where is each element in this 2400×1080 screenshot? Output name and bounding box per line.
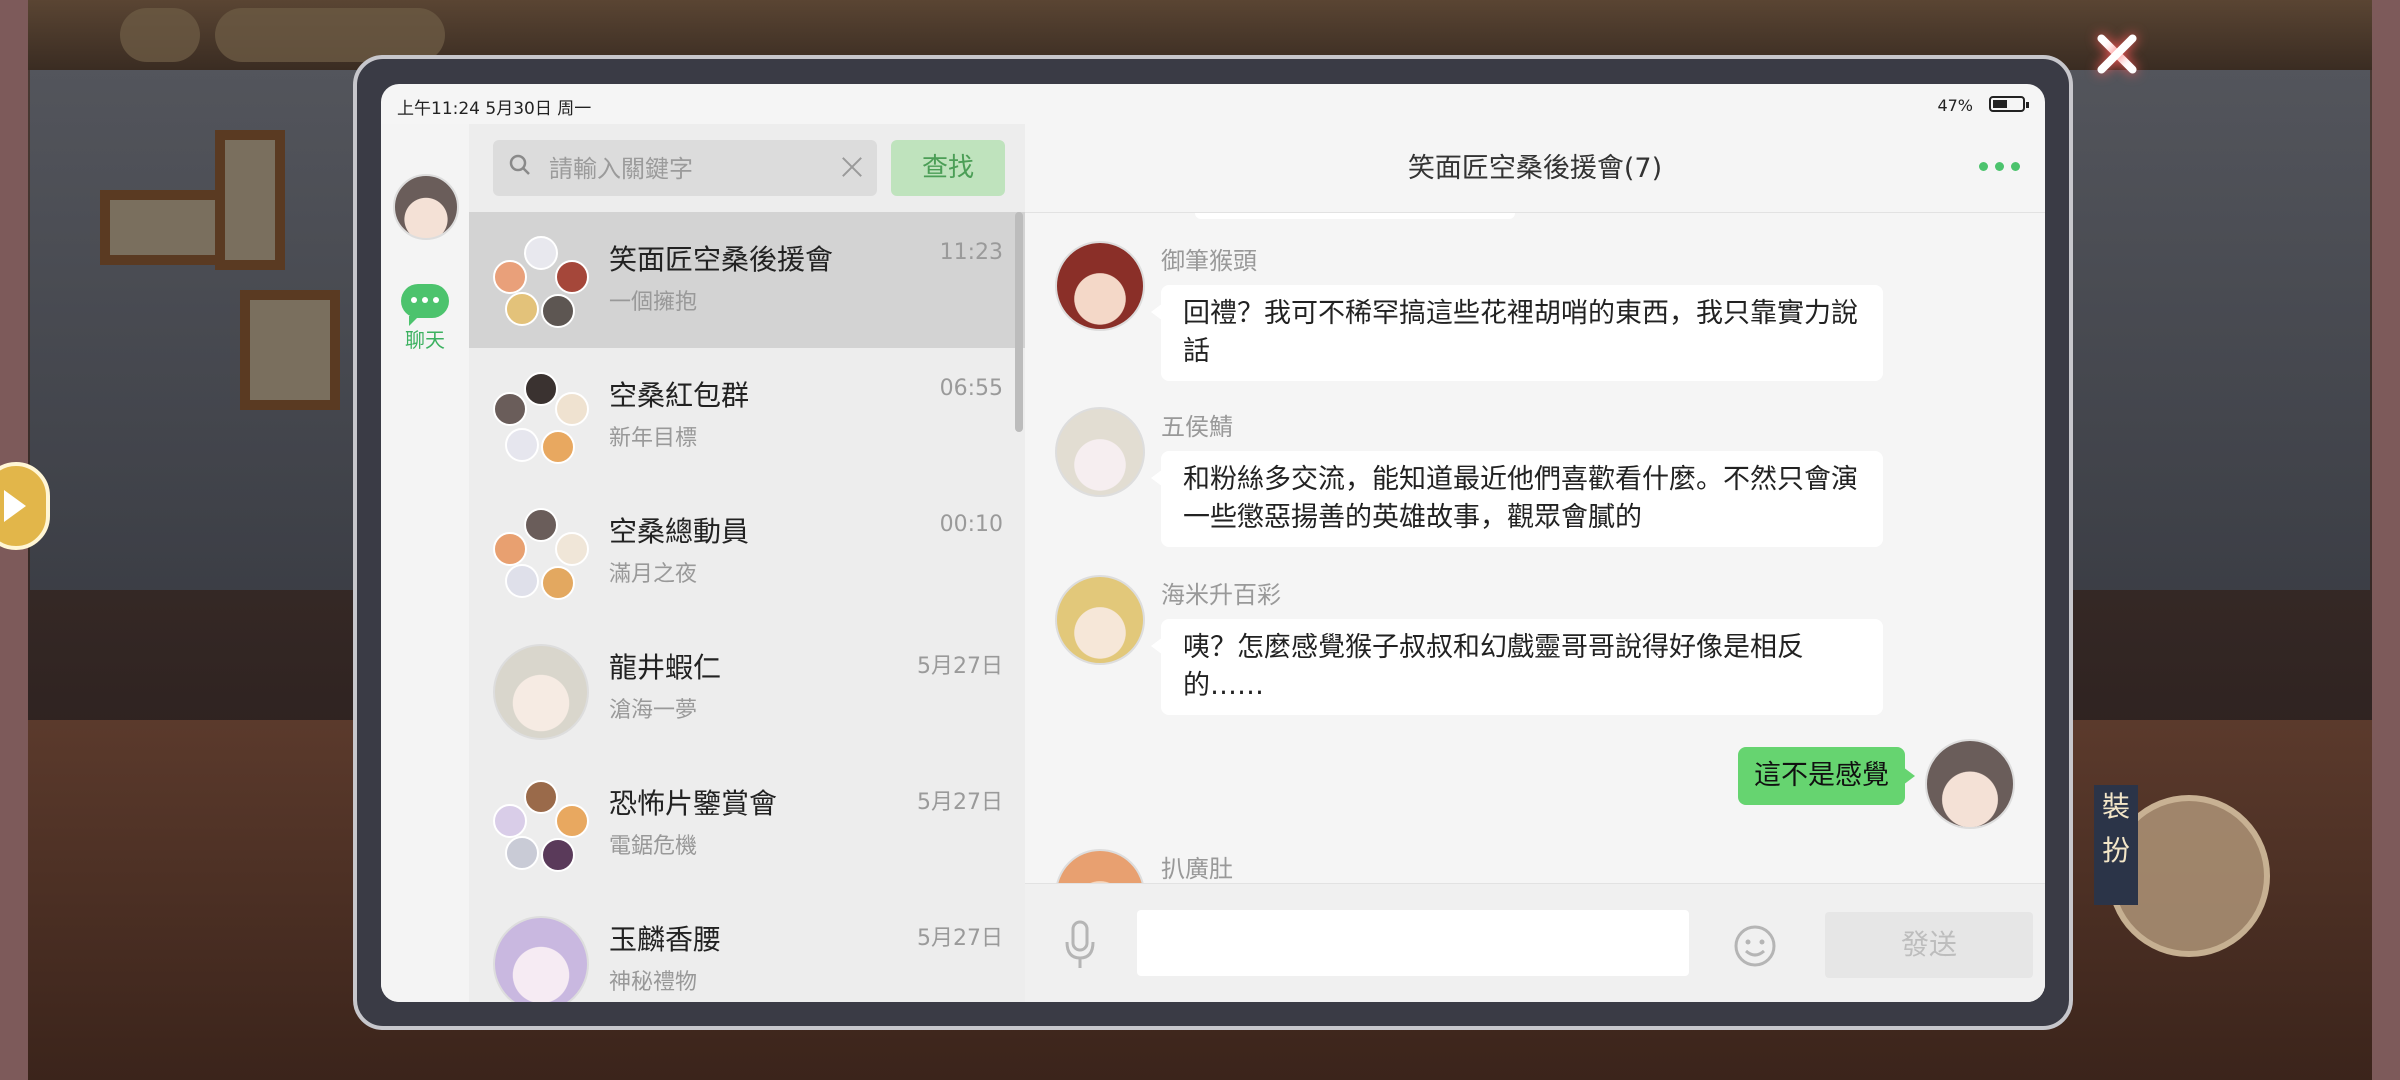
search-box <box>493 140 877 196</box>
conversation-name: 恐怖片鑒賞會 <box>609 787 778 820</box>
conversation-name: 空桑總動員 <box>609 515 750 548</box>
more-icon[interactable] <box>1979 162 2023 172</box>
list-scrollbar[interactable] <box>1015 212 1023 432</box>
group-avatar <box>493 780 589 876</box>
conversation-item[interactable]: 玉麟香腰 神秘禮物 5月27日 <box>469 892 1025 1002</box>
conversation-item[interactable]: 笑面匠空桑後援會 一個擁抱 11:23 <box>469 212 1025 348</box>
nav-item-chat-label: 聊天 <box>405 328 445 352</box>
conversation-preview: 電鋸危機 <box>609 834 698 859</box>
message-list: 御筆猴頭 回禮？我可不稀罕搞這些花裡胡哨的東西，我只靠實力說話 五侯鯖 和粉絲多… <box>1025 213 2045 893</box>
clear-icon[interactable] <box>839 154 865 180</box>
conversation-time: 5月27日 <box>917 654 1003 679</box>
conversation-name: 笑面匠空桑後援會 <box>609 243 834 276</box>
message-bubble: 和粉絲多交流，能知道最近他們喜歡看什麼。不然只會演一些懲惡揚善的英雄故事，觀眾會… <box>1151 451 1883 547</box>
conversation-time: 06:55 <box>939 376 1003 401</box>
avatar <box>493 916 589 1002</box>
status-bar: 上午11:24 5月30日 周一 47% <box>381 84 2045 124</box>
message-sender: 御筆猴頭 <box>1161 247 1257 275</box>
conversation-time: 00:10 <box>939 512 1003 537</box>
search-icon <box>509 154 530 175</box>
conversation-item[interactable]: 空桑總動員 滿月之夜 00:10 <box>469 484 1025 620</box>
message-sender: 扒廣肚 <box>1161 855 1233 883</box>
wall-frame <box>240 290 340 410</box>
chat-app-screen: 上午11:24 5月30日 周一 47% 聊天 查找 <box>381 84 2045 1002</box>
right-edge <box>2372 0 2400 1080</box>
conversation-item[interactable]: 空桑紅包群 新年目標 06:55 <box>469 348 1025 484</box>
message-sender: 五侯鯖 <box>1161 413 1233 441</box>
wall-frame <box>215 130 285 270</box>
conversation-list: 笑面匠空桑後援會 一個擁抱 11:23 空桑紅包群 新年目標 06:55 空桑總… <box>469 212 1025 1002</box>
nav-item-chat[interactable]: 聊天 <box>391 284 459 353</box>
close-icon[interactable] <box>2085 22 2149 86</box>
conversation-time: 11:23 <box>939 240 1003 265</box>
search-input[interactable] <box>547 148 831 190</box>
message-sender: 海米升百彩 <box>1161 581 1281 609</box>
conversation-preview: 一個擁抱 <box>609 290 698 315</box>
conversation-preview: 滄海一夢 <box>609 698 698 723</box>
chat-panel: 笑面匠空桑後援會(7) 御筆猴頭 回禮？我可不稀罕搞這些花裡胡哨的東西，我只靠實… <box>1025 124 2045 1002</box>
conversation-item[interactable]: 恐怖片鑒賞會 電鋸危機 5月27日 <box>469 756 1025 892</box>
emoji-icon[interactable] <box>1733 924 1777 968</box>
avatar[interactable] <box>1925 739 2015 829</box>
conversation-name: 空桑紅包群 <box>609 379 750 412</box>
dress-label: 裝扮 <box>2094 785 2138 905</box>
avatar[interactable] <box>1055 575 1145 665</box>
group-avatar <box>493 236 589 332</box>
chat-icon <box>401 284 449 326</box>
side-expand-button[interactable] <box>0 462 50 550</box>
game-title-plate <box>215 8 445 62</box>
find-button[interactable]: 查找 <box>891 140 1005 196</box>
conversation-time: 5月27日 <box>917 790 1003 815</box>
message-bubble: 咦？怎麼感覺猴子叔叔和幻戲靈哥哥說得好像是相反的…… <box>1151 619 1883 715</box>
input-bar: 發送 <box>1025 883 2045 1002</box>
conversation-name: 龍井蝦仁 <box>609 651 722 684</box>
group-avatar <box>493 508 589 604</box>
message-input[interactable] <box>1137 910 1689 976</box>
chat-title: 笑面匠空桑後援會(7) <box>1407 153 1663 184</box>
conversation-preview: 新年目標 <box>609 426 698 451</box>
message-bubble: 回禮？我可不稀罕搞這些花裡胡哨的東西，我只靠實力說話 <box>1151 285 1883 381</box>
battery-icon <box>1989 96 2029 112</box>
conversation-preview: 滿月之夜 <box>609 562 698 587</box>
conversation-list-panel: 查找 笑面匠空桑後援會 一個擁抱 11:23 <box>469 124 1025 1002</box>
avatar[interactable] <box>393 174 459 240</box>
status-time: 上午11:24 5月30日 周一 <box>397 99 592 119</box>
back-button[interactable] <box>120 8 200 62</box>
microphone-icon[interactable] <box>1063 920 1097 970</box>
conversation-item[interactable]: 龍井蝦仁 滄海一夢 5月27日 <box>469 620 1025 756</box>
conversation-name: 玉麟香腰 <box>609 923 722 956</box>
battery-percent: 47% <box>1937 96 1973 115</box>
conversation-preview: 神秘禮物 <box>609 970 698 995</box>
group-avatar <box>493 372 589 468</box>
avatar <box>493 644 589 740</box>
avatar[interactable] <box>1055 407 1145 497</box>
previous-message-tail <box>1195 213 1515 219</box>
send-button[interactable]: 發送 <box>1825 912 2033 978</box>
message-bubble: 這不是感覺 <box>1738 747 1915 805</box>
left-nav: 聊天 <box>381 124 469 1002</box>
avatar[interactable] <box>1055 241 1145 331</box>
conversation-time: 5月27日 <box>917 926 1003 951</box>
